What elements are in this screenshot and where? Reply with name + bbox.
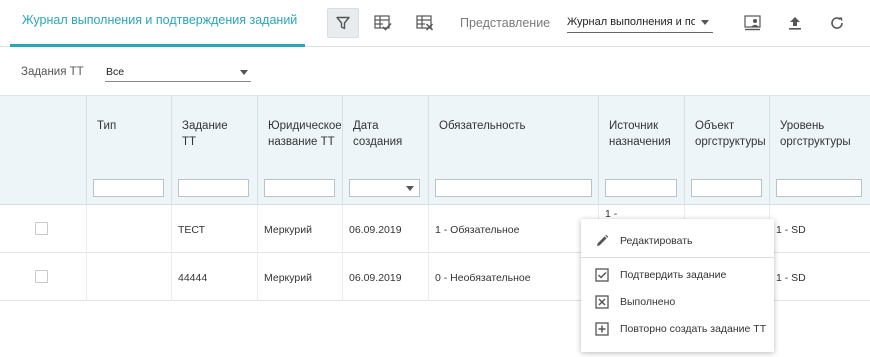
cell-mandatory-text: 0 - Необязательное (435, 272, 531, 284)
cell-task: 44444 (171, 253, 257, 301)
col-task-title: Задание ТТ (182, 120, 228, 148)
cell-created: 06.09.2019 (342, 253, 428, 301)
grid-header: Тип Задание ТТ Юридическое название ТТ Д… (0, 95, 870, 206)
chevron-down-icon (240, 70, 248, 75)
cell-org-level: 1 - SD (769, 253, 870, 301)
menu-item-edit[interactable]: Редактировать (581, 228, 774, 254)
filter-icon (336, 16, 350, 30)
col-legal-name[interactable]: Юридическое название ТТ (257, 96, 342, 206)
tab-journal-label: Журнал выполнения и подтверждения задани… (22, 13, 298, 27)
view-select[interactable]: Журнал выполнения и подтв (567, 12, 713, 33)
tab-active-indicator (10, 44, 305, 47)
task-filter-select[interactable]: Все (105, 63, 251, 82)
cell-legal-name-text: Меркурий (264, 272, 312, 284)
cell-task-text: ТЕСТ (178, 224, 206, 236)
task-filter-input[interactable] (178, 179, 249, 197)
cell-task: ТЕСТ (171, 205, 257, 253)
clear-selection-button[interactable] (409, 8, 441, 38)
col-source-title: Источник назначения (609, 120, 671, 148)
menu-item-done-label: Выполнено (620, 296, 676, 308)
row-select-cell (0, 205, 86, 253)
user-settings-button[interactable] (737, 8, 769, 38)
cell-created-text: 06.09.2019 (349, 272, 402, 284)
refresh-button[interactable] (821, 8, 853, 38)
menu-item-confirm-label: Подтвердить задание (620, 269, 727, 281)
chevron-down-icon (701, 20, 709, 25)
checkbox-x-icon (595, 295, 609, 309)
cell-type (86, 205, 171, 253)
cell-org-level-text: 1 - SD (776, 272, 806, 284)
cell-legal-name: Меркурий (257, 205, 342, 253)
checkbox-checked-icon (595, 268, 609, 282)
row-checkbox[interactable] (35, 222, 48, 235)
refresh-icon (831, 17, 843, 29)
menu-item-recreate-label: Повторно создать задание ТТ (620, 323, 767, 335)
cell-mandatory: 1 - Обязательное (428, 205, 598, 253)
upload-icon (789, 17, 801, 30)
col-source[interactable]: Источник назначения (598, 96, 684, 206)
col-mandatory[interactable]: Обязательность (428, 96, 598, 206)
row-select-cell (0, 253, 86, 301)
pencil-icon (597, 234, 609, 246)
col-type[interactable]: Тип (86, 96, 171, 206)
cell-task-text: 44444 (178, 272, 208, 284)
cell-legal-name-text: Меркурий (264, 224, 312, 236)
filter-button[interactable] (327, 8, 359, 38)
col-mandatory-title: Обязательность (439, 120, 526, 132)
task-filter-value: Все (106, 66, 125, 78)
type-filter-input[interactable] (93, 179, 164, 197)
select-rows-button[interactable] (367, 8, 399, 38)
menu-divider (581, 257, 774, 258)
row-context-menu: Редактировать Подтвердить задание Выполн… (581, 219, 774, 352)
menu-item-recreate[interactable]: Повторно создать задание ТТ (581, 316, 774, 342)
chevron-down-icon (406, 186, 414, 191)
menu-item-confirm[interactable]: Подтвердить задание (581, 262, 774, 288)
table-check-icon (374, 15, 392, 31)
source-filter-input[interactable] (605, 179, 677, 197)
col-task[interactable]: Задание ТТ (171, 96, 257, 206)
cell-mandatory: 0 - Необязательное (428, 253, 598, 301)
cell-org-level: 1 - SD (769, 205, 870, 253)
view-select-value: Журнал выполнения и подтв (567, 16, 695, 28)
cell-type (86, 253, 171, 301)
checkbox-plus-icon (595, 322, 609, 336)
mandatory-filter-input[interactable] (435, 179, 592, 197)
row-checkbox[interactable] (35, 270, 48, 283)
cell-org-level-text: 1 - SD (776, 224, 806, 236)
col-org-object-title: Объект оргструктуры (695, 120, 766, 148)
menu-item-edit-label: Редактировать (620, 235, 693, 247)
col-org-level-title: Уровень оргструктуры (780, 120, 851, 148)
cell-mandatory-text: 1 - Обязательное (435, 224, 520, 236)
toolbar: Журнал выполнения и подтверждения задани… (0, 0, 870, 47)
col-select (0, 96, 86, 206)
menu-item-done[interactable]: Выполнено (581, 289, 774, 315)
cell-created: 06.09.2019 (342, 205, 428, 253)
task-filter-label: Задания ТТ (21, 66, 84, 78)
col-created[interactable]: Дата создания (342, 96, 428, 206)
org-object-filter-input[interactable] (691, 179, 762, 197)
legal-name-filter-input[interactable] (264, 179, 335, 197)
org-level-filter-input[interactable] (776, 179, 862, 197)
col-created-title: Дата создания (353, 120, 403, 148)
tab-journal[interactable]: Журнал выполнения и подтверждения задани… (10, 0, 305, 47)
screen-user-icon (744, 15, 761, 31)
cell-created-text: 06.09.2019 (349, 224, 402, 236)
view-label: Представление (460, 16, 551, 30)
col-legal-name-title: Юридическое название ТТ (268, 120, 342, 148)
created-filter-select[interactable] (349, 179, 420, 197)
col-org-object[interactable]: Объект оргструктуры (684, 96, 769, 206)
col-org-level[interactable]: Уровень оргструктуры (769, 96, 870, 206)
cell-legal-name: Меркурий (257, 253, 342, 301)
table-x-icon (416, 15, 434, 31)
export-button[interactable] (779, 8, 811, 38)
col-type-title: Тип (97, 120, 117, 132)
